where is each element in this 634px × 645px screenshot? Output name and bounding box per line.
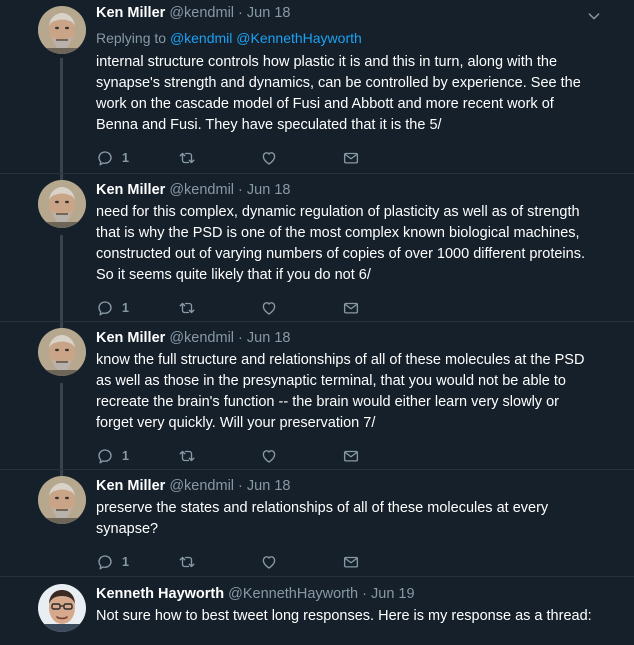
tweet[interactable]: Ken Miller @kendmil · Jun 18 Replying to… bbox=[0, 0, 634, 174]
display-name[interactable]: Ken Miller bbox=[96, 182, 165, 198]
avatar[interactable] bbox=[38, 6, 86, 54]
tweet-text: need for this complex, dynamic regulatio… bbox=[96, 204, 585, 283]
display-name[interactable]: Ken Miller bbox=[96, 478, 165, 494]
replying-prefix: Replying to bbox=[96, 30, 170, 46]
user-handle[interactable]: @kendmil bbox=[169, 330, 234, 346]
tweet-actions: 1 bbox=[96, 552, 598, 572]
reply-mentions-link[interactable]: @kendmil @KennethHayworth bbox=[170, 30, 362, 46]
reply-icon bbox=[96, 149, 114, 167]
chevron-down-icon[interactable] bbox=[586, 8, 602, 24]
direct-message-button[interactable] bbox=[342, 447, 424, 465]
retweet-button[interactable] bbox=[178, 553, 260, 571]
reply-icon bbox=[96, 299, 114, 317]
reply-button[interactable]: 1 bbox=[96, 447, 178, 465]
user-handle[interactable]: @KennethHayworth bbox=[228, 586, 358, 602]
direct-message-button[interactable] bbox=[342, 553, 424, 571]
user-handle[interactable]: @kendmil bbox=[169, 5, 234, 21]
tweet-date[interactable]: Jun 18 bbox=[247, 330, 291, 346]
reply-count: 1 bbox=[122, 449, 129, 463]
retweet-icon bbox=[178, 447, 196, 465]
tweet[interactable]: Ken Miller @kendmil · Jun 18 preserve th… bbox=[0, 470, 634, 577]
display-name[interactable]: Ken Miller bbox=[96, 5, 165, 21]
display-name[interactable]: Ken Miller bbox=[96, 330, 165, 346]
retweet-icon bbox=[178, 553, 196, 571]
retweet-button[interactable] bbox=[178, 149, 260, 167]
heart-icon bbox=[260, 149, 278, 167]
direct-message-button[interactable] bbox=[342, 299, 424, 317]
user-handle[interactable]: @kendmil bbox=[169, 478, 234, 494]
tweet-header: Kenneth Hayworth @KennethHayworth · Jun … bbox=[96, 585, 598, 603]
separator-dot: · bbox=[238, 330, 243, 346]
retweet-button[interactable] bbox=[178, 299, 260, 317]
heart-icon bbox=[260, 299, 278, 317]
reply-icon bbox=[96, 447, 114, 465]
retweet-icon bbox=[178, 149, 196, 167]
reply-icon bbox=[96, 553, 114, 571]
separator-dot: · bbox=[238, 478, 243, 494]
tweet-date[interactable]: Jun 19 bbox=[371, 586, 415, 602]
separator-dot: · bbox=[362, 586, 367, 602]
avatar[interactable] bbox=[38, 328, 86, 376]
reply-count: 1 bbox=[122, 301, 129, 315]
tweet[interactable]: Ken Miller @kendmil · Jun 18 know the fu… bbox=[0, 322, 634, 470]
like-button[interactable] bbox=[260, 447, 342, 465]
tweet-date[interactable]: Jun 18 bbox=[247, 478, 291, 494]
tweet-date[interactable]: Jun 18 bbox=[247, 182, 291, 198]
tweet[interactable]: Kenneth Hayworth @KennethHayworth · Jun … bbox=[0, 577, 634, 645]
display-name[interactable]: Kenneth Hayworth bbox=[96, 586, 224, 602]
reply-count: 1 bbox=[122, 555, 129, 569]
envelope-icon bbox=[342, 447, 360, 465]
tweet-actions: 1 bbox=[96, 298, 598, 318]
tweet-text: Not sure how to best tweet long response… bbox=[96, 608, 592, 624]
like-button[interactable] bbox=[260, 149, 342, 167]
reply-button[interactable]: 1 bbox=[96, 553, 178, 571]
avatar[interactable] bbox=[38, 180, 86, 228]
retweet-icon bbox=[178, 299, 196, 317]
tweet[interactable]: Ken Miller @kendmil · Jun 18 need for th… bbox=[0, 174, 634, 322]
tweet-header: Ken Miller @kendmil · Jun 18 bbox=[96, 329, 598, 347]
tweet-text: know the full structure and relationship… bbox=[96, 352, 585, 431]
tweet-text: preserve the states and relationships of… bbox=[96, 500, 549, 537]
envelope-icon bbox=[342, 299, 360, 317]
tweet-header: Ken Miller @kendmil · Jun 18 bbox=[96, 4, 598, 22]
retweet-button[interactable] bbox=[178, 447, 260, 465]
like-button[interactable] bbox=[260, 553, 342, 571]
like-button[interactable] bbox=[260, 299, 342, 317]
direct-message-button[interactable] bbox=[342, 149, 424, 167]
separator-dot: · bbox=[238, 5, 243, 21]
user-handle[interactable]: @kendmil bbox=[169, 182, 234, 198]
tweet-actions: 1 bbox=[96, 446, 598, 466]
reply-button[interactable]: 1 bbox=[96, 149, 178, 167]
avatar[interactable] bbox=[38, 476, 86, 524]
heart-icon bbox=[260, 447, 278, 465]
tweet-text: internal structure controls how plastic … bbox=[96, 54, 581, 133]
envelope-icon bbox=[342, 553, 360, 571]
tweet-header: Ken Miller @kendmil · Jun 18 bbox=[96, 181, 598, 199]
avatar[interactable] bbox=[38, 584, 86, 632]
reply-count: 1 bbox=[122, 151, 129, 165]
heart-icon bbox=[260, 553, 278, 571]
envelope-icon bbox=[342, 149, 360, 167]
tweet-header: Ken Miller @kendmil · Jun 18 bbox=[96, 477, 598, 495]
reply-button[interactable]: 1 bbox=[96, 299, 178, 317]
replying-to: Replying to @kendmil @KennethHayworth bbox=[96, 29, 598, 47]
separator-dot: · bbox=[238, 182, 243, 198]
tweet-date[interactable]: Jun 18 bbox=[247, 5, 291, 21]
tweet-actions: 1 bbox=[96, 148, 598, 168]
